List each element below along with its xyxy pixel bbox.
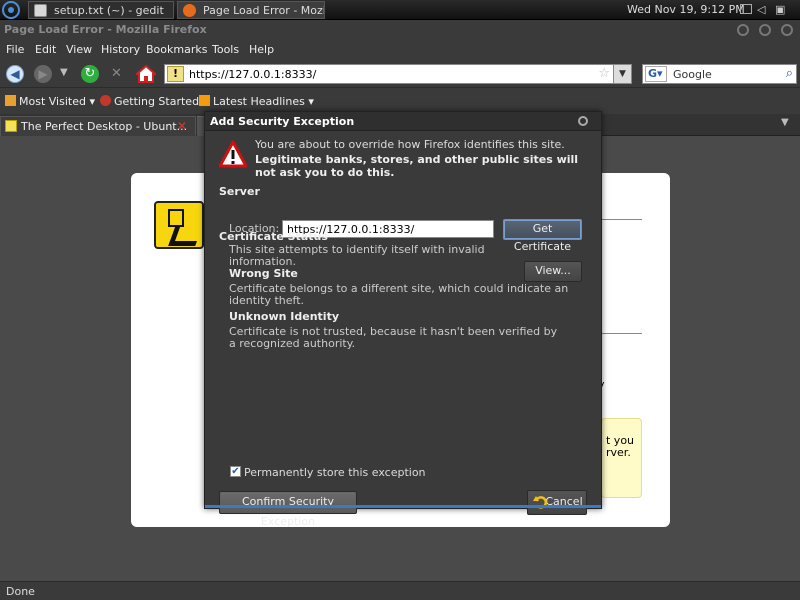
mail-icon[interactable] <box>740 4 752 14</box>
close-button[interactable] <box>781 24 793 36</box>
menu-history[interactable]: History <box>101 43 140 56</box>
add-security-exception-dialog: Add Security Exception You are about to … <box>204 111 602 528</box>
dialog-accent-strip <box>205 505 601 508</box>
server-heading: Server <box>219 185 260 198</box>
stop-button[interactable]: ✕ <box>111 66 122 81</box>
confirm-security-exception-button[interactable]: Confirm Security Exception <box>219 491 357 528</box>
rss-icon <box>199 95 210 106</box>
dialog-titlebar[interactable]: Add Security Exception <box>205 112 601 131</box>
taskbar-item-firefox[interactable]: Page Load Error - Mozi... <box>177 1 325 19</box>
home-button[interactable] <box>134 64 158 84</box>
page-partial-text: rver. <box>606 446 631 459</box>
view-certificate-button[interactable]: View... <box>524 261 582 282</box>
url-dropdown-button[interactable]: ▼ <box>613 64 632 84</box>
window-title: Page Load Error - Mozilla Firefox <box>4 23 207 36</box>
get-certificate-button[interactable]: Get Certificate <box>503 219 582 253</box>
back-button[interactable]: ◀ <box>6 65 24 83</box>
main-menu-icon[interactable] <box>2 1 20 19</box>
menu-edit[interactable]: Edit <box>35 43 56 56</box>
wrong-site-heading: Wrong Site <box>229 267 298 280</box>
certificate-status-heading: Certificate Status <box>219 230 328 243</box>
permanently-store-checkbox[interactable]: ✔ <box>230 466 241 477</box>
taskbar-item-gedit[interactable]: setup.txt (~) - gedit <box>28 1 174 19</box>
url-text: https://127.0.0.1:8333/ <box>189 68 317 81</box>
status-text: Done <box>6 585 35 598</box>
window-titlebar[interactable]: Page Load Error - Mozilla Firefox <box>0 20 800 40</box>
status-bar: Done <box>0 581 800 600</box>
search-bar[interactable]: G▾ Google ⌕ <box>642 64 797 84</box>
site-identity-icon[interactable]: ! <box>167 66 184 82</box>
tab-perfect-desktop[interactable]: The Perfect Desktop - Ubunt... ✕ <box>0 116 196 136</box>
security-error-icon <box>154 201 204 249</box>
menu-file[interactable]: File <box>6 43 24 56</box>
unknown-identity-heading: Unknown Identity <box>229 310 340 323</box>
history-dropdown-icon[interactable]: ▼ <box>60 67 68 78</box>
bookmark-latest-headlines[interactable]: Latest Headlines ▾ <box>199 95 314 108</box>
tab-list-dropdown-icon[interactable]: ▼ <box>781 117 789 128</box>
home-icon <box>134 64 158 83</box>
bookmark-getting-started[interactable]: Getting Started <box>100 95 199 108</box>
bookmark-label: Most Visited <box>19 95 86 108</box>
permanently-store-label[interactable]: Permanently store this exception <box>244 466 426 479</box>
search-engine-icon[interactable]: G▾ <box>645 66 667 82</box>
bookmark-star-icon[interactable]: ☆ <box>598 66 610 81</box>
dialog-warning-text: Legitimate banks, stores, and other publ… <box>255 153 579 179</box>
menu-bookmarks[interactable]: Bookmarks <box>146 43 207 56</box>
firefox-bookmark-icon <box>100 95 111 106</box>
top-panel: setup.txt (~) - gedit Page Load Error - … <box>0 0 800 20</box>
bookmark-most-visited[interactable]: Most Visited ▾ <box>5 95 95 108</box>
menu-tools[interactable]: Tools <box>212 43 239 56</box>
maximize-button[interactable] <box>759 24 771 36</box>
gedit-icon <box>34 4 47 17</box>
panel-clock[interactable]: Wed Nov 19, 9:12 PM <box>627 3 745 16</box>
search-input[interactable]: Google <box>673 68 712 81</box>
search-icon[interactable]: ⌕ <box>786 66 793 81</box>
menu-view[interactable]: View <box>66 43 92 56</box>
taskbar-item-label: setup.txt (~) - gedit <box>54 4 164 17</box>
certificate-status-text: This site attempts to identify itself wi… <box>229 243 485 268</box>
tab-label: The Perfect Desktop - Ubunt... <box>21 120 188 133</box>
dialog-title: Add Security Exception <box>210 115 355 128</box>
tab-favicon-icon <box>5 120 17 132</box>
tab-close-icon[interactable]: ✕ <box>177 119 187 133</box>
warning-icon <box>219 140 247 168</box>
bookmark-label: Getting Started <box>114 95 200 108</box>
dialog-intro-text: You are about to override how Firefox id… <box>255 138 565 151</box>
search-engine-glyph: G <box>648 67 658 80</box>
menu-help[interactable]: Help <box>249 43 274 56</box>
cancel-button[interactable]: Cancel <box>527 490 587 515</box>
volume-icon[interactable]: ◁ <box>757 3 765 16</box>
minimize-button[interactable] <box>737 24 749 36</box>
reload-button[interactable]: ↻ <box>81 65 99 83</box>
dialog-close-button[interactable] <box>578 116 588 126</box>
update-manager-icon[interactable]: ▣ <box>775 3 785 16</box>
unknown-identity-text: Certificate is not trusted, because it h… <box>229 325 558 350</box>
navigation-toolbar: ◀ ▶ ▼ ↻ ✕ ! https://127.0.0.1:8333/ ☆ ▼ … <box>0 60 800 88</box>
firefox-icon <box>183 4 196 17</box>
forward-button[interactable]: ▶ <box>34 65 52 83</box>
dialog-body: You are about to override how Firefox id… <box>205 131 601 528</box>
taskbar-item-label: Page Load Error - Mozi... <box>203 4 325 17</box>
bookmark-label: Latest Headlines <box>213 95 305 108</box>
menu-bar: File Edit View History Bookmarks Tools H… <box>0 40 800 60</box>
wrong-site-text: Certificate belongs to a different site,… <box>229 282 569 307</box>
folder-icon <box>5 95 16 106</box>
url-bar[interactable]: ! https://127.0.0.1:8333/ ☆ <box>164 64 615 84</box>
